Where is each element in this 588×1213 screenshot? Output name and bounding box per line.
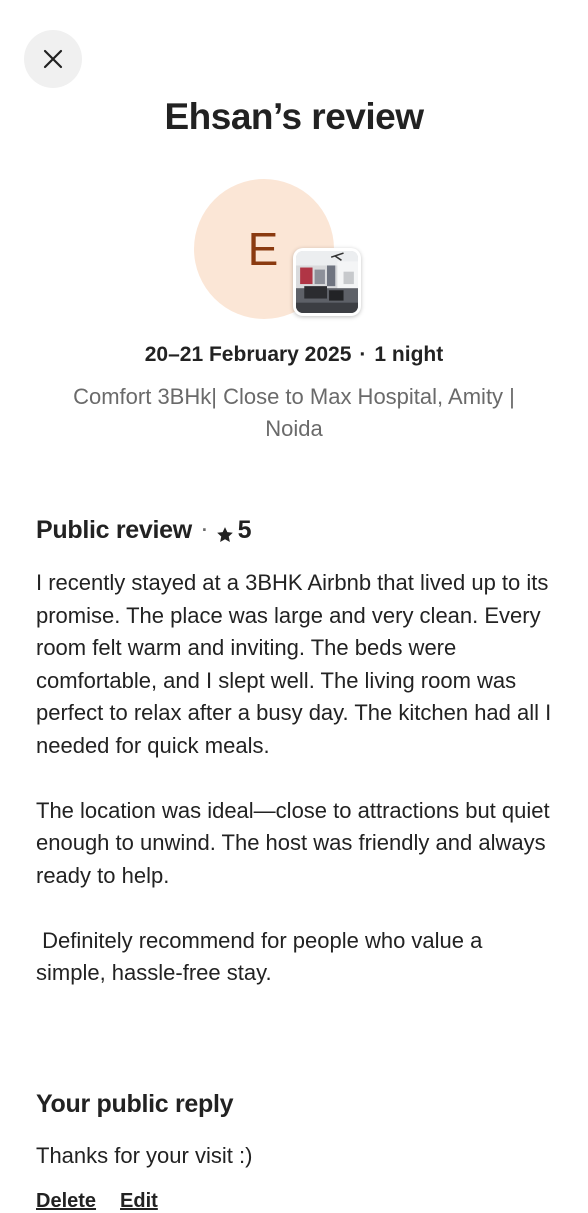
star-icon [216,522,234,542]
guest-initial: E [247,223,279,275]
stay-separator: · [359,343,367,366]
public-review-heading: Public review [36,516,192,544]
review-rating: 5 [237,516,252,544]
page-title: Ehsan’s review [164,96,425,137]
public-reply-heading: Your public reply [36,1090,234,1118]
guest-avatar-group: E [194,179,364,321]
listing-thumbnail [293,248,361,316]
close-icon [43,49,63,69]
edit-reply-button[interactable]: Edit [120,1190,158,1213]
public-review-header: Public review · 5 [36,516,251,545]
stay-nights: 1 night [374,343,444,366]
reply-actions: Delete Edit [36,1190,158,1213]
review-separator: · [201,520,208,540]
listing-photo [296,251,358,313]
delete-reply-button[interactable]: Delete [36,1190,96,1213]
stay-summary: 20–21 February 2025 · 1 night [0,343,588,367]
close-button[interactable] [24,30,82,88]
listing-name: Comfort 3BHk| Close to Max Hospital, Ami… [73,384,515,441]
public-reply-text: Thanks for your visit :) [36,1143,253,1168]
review-text: I recently stayed at a 3BHK Airbnb that … [36,570,552,985]
stay-dates: 20–21 February 2025 [144,343,352,366]
